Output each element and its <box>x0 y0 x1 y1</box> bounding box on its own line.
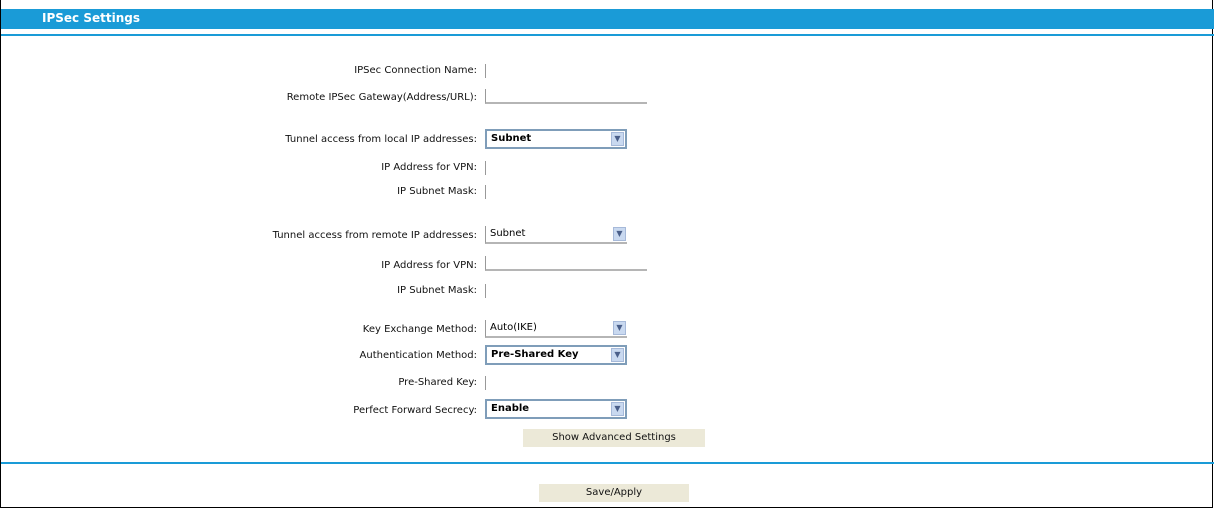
remote-mask-value[interactable] <box>485 284 490 298</box>
chevron-down-icon: ▼ <box>613 321 626 335</box>
key-exchange-label: Key Exchange Method: <box>362 324 477 335</box>
local-mask-label: IP Subnet Mask: <box>397 186 477 197</box>
remote-mask-label: IP Subnet Mask: <box>397 285 477 296</box>
remote-ip-input[interactable] <box>485 256 647 271</box>
key-exchange-selected: Auto(IKE) <box>490 322 537 333</box>
remote-access-select[interactable]: Subnet ▼ <box>485 226 627 244</box>
pre-shared-key-label: Pre-Shared Key: <box>398 377 477 388</box>
local-ip-label: IP Address for VPN: <box>381 162 477 173</box>
chevron-down-icon: ▼ <box>611 402 624 416</box>
pfs-selected: Enable <box>491 403 530 414</box>
save-apply-button[interactable]: Save/Apply <box>539 484 689 502</box>
pre-shared-key-value[interactable] <box>485 376 490 390</box>
key-exchange-select[interactable]: Auto(IKE) ▼ <box>485 320 627 338</box>
connection-name-value <box>485 64 490 78</box>
local-ip-value[interactable] <box>485 161 490 175</box>
local-access-label: Tunnel access from local IP addresses: <box>285 134 477 145</box>
pfs-select[interactable]: Enable ▼ <box>485 399 627 419</box>
page-frame: IPSec Settings IPSec Connection Name: Re… <box>0 0 1214 508</box>
header-bar: IPSec Settings <box>1 9 1214 29</box>
auth-method-select[interactable]: Pre-Shared Key ▼ <box>485 345 627 365</box>
chevron-down-icon: ▼ <box>611 132 624 146</box>
local-mask-value[interactable] <box>485 185 490 199</box>
local-access-selected: Subnet <box>491 133 532 144</box>
remote-ip-label: IP Address for VPN: <box>381 260 477 271</box>
pfs-label: Perfect Forward Secrecy: <box>353 405 477 416</box>
chevron-down-icon: ▼ <box>613 227 626 241</box>
remote-gateway-input[interactable] <box>485 89 647 104</box>
remote-access-label: Tunnel access from remote IP addresses: <box>272 230 477 241</box>
local-access-select[interactable]: Subnet ▼ <box>485 129 627 149</box>
remote-gateway-label: Remote IPSec Gateway(Address/URL): <box>286 92 477 103</box>
bottom-divider <box>1 462 1214 464</box>
remote-access-selected: Subnet <box>490 228 526 239</box>
chevron-down-icon: ▼ <box>611 348 624 362</box>
connection-name-label: IPSec Connection Name: <box>354 65 477 76</box>
show-advanced-settings-button[interactable]: Show Advanced Settings <box>523 429 705 447</box>
top-divider <box>1 34 1214 36</box>
auth-method-label: Authentication Method: <box>359 350 477 361</box>
page-title: IPSec Settings <box>42 11 140 25</box>
auth-method-selected: Pre-Shared Key <box>491 349 579 360</box>
